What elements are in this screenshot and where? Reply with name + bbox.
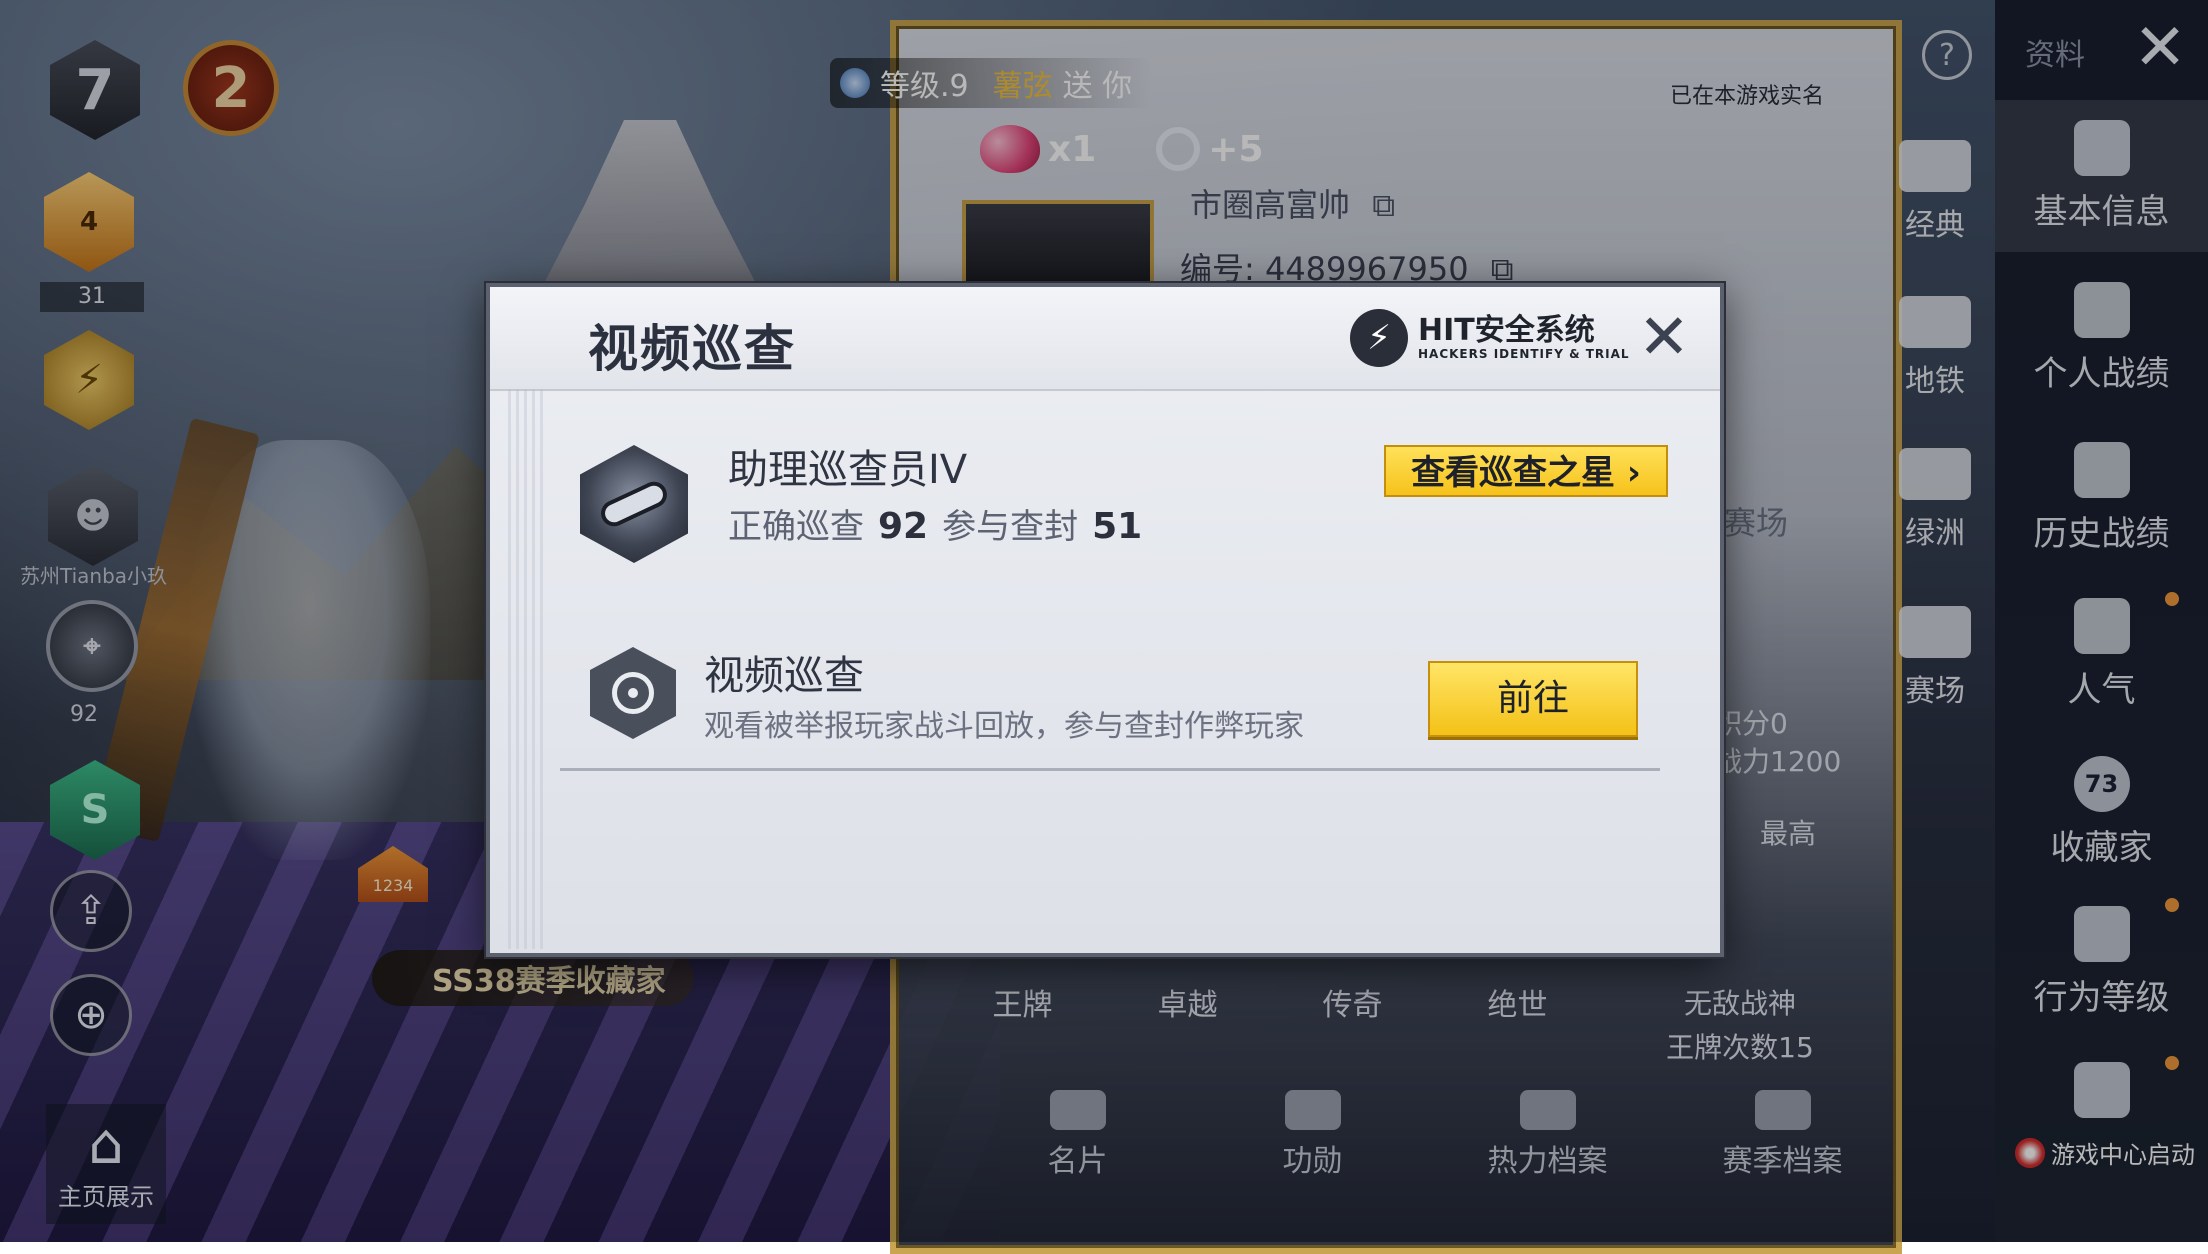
close-icon: ✕ <box>1638 300 1690 373</box>
hit-logo-icon: ⚡ <box>1350 309 1408 367</box>
divider <box>560 768 1660 771</box>
target-icon <box>612 672 654 714</box>
video-patrol-dialog: 视频巡查 ⚡ HIT安全系统 HACKERS IDENTIFY & TRIAL … <box>486 283 1724 957</box>
patrol-rank-badge-icon <box>580 445 688 563</box>
dialog-title: 视频巡查 <box>588 320 796 378</box>
dialog-close-button[interactable]: ✕ <box>1632 305 1696 369</box>
ban-label: 参与查封 <box>942 507 1079 547</box>
video-patrol-title: 视频巡查 <box>704 653 864 699</box>
correct-patrol-label: 正确巡查 <box>728 507 864 547</box>
decorative-stripe <box>508 389 548 949</box>
patrol-rank-title: 助理巡查员IV <box>728 447 968 493</box>
view-patrol-star-button[interactable]: 查看巡查之星 › <box>1384 445 1668 497</box>
hit-security-logo: ⚡ HIT安全系统 HACKERS IDENTIFY & TRIAL <box>1350 309 1630 367</box>
hit-brand-tagline: HACKERS IDENTIFY & TRIAL <box>1418 347 1630 361</box>
video-patrol-description: 观看被举报玩家战斗回放，参与查封作弊玩家 <box>704 709 1304 744</box>
chevron-right-icon: › <box>1626 453 1641 493</box>
go-button[interactable]: 前往 <box>1428 661 1638 737</box>
dialog-header: 视频巡查 ⚡ HIT安全系统 HACKERS IDENTIFY & TRIAL … <box>490 287 1720 391</box>
patrol-stats: 正确巡查 92 参与查封 51 <box>728 499 1142 548</box>
scope-icon <box>602 482 666 526</box>
ban-count: 51 <box>1092 506 1143 547</box>
hit-brand-name: HIT安全系统 <box>1418 313 1595 348</box>
video-patrol-icon <box>590 647 676 739</box>
correct-patrol-count: 92 <box>878 506 929 547</box>
